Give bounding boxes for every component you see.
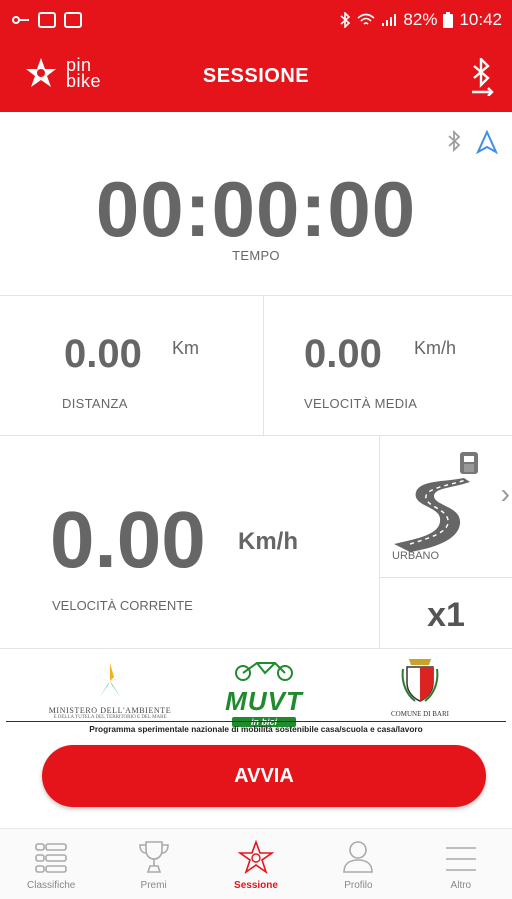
nav-label-premi: Premi xyxy=(140,880,167,891)
chevron-right-icon: › xyxy=(500,478,510,509)
nav-item-premi[interactable]: Premi xyxy=(102,829,204,899)
battery-icon xyxy=(443,12,454,28)
distance-label: DISTANZA xyxy=(62,396,128,411)
ministry-name: MINISTERO DELL'AMBIENTE xyxy=(48,706,172,715)
sponsor-banner: MINISTERO DELL'AMBIENTE E DELLA TUTELA D… xyxy=(0,648,512,740)
ministry-logo: MINISTERO DELL'AMBIENTE E DELLA TUTELA D… xyxy=(40,661,180,720)
multiplier-panel: x1 xyxy=(380,578,512,648)
muvt-logo: MUVT in bici xyxy=(214,661,314,727)
bicycle-icon xyxy=(235,662,293,681)
average-speed-panel: 0.00 Km/h VELOCITÀ MEDIA xyxy=(264,296,512,436)
nav-item-profilo[interactable]: Profilo xyxy=(307,829,409,899)
hotspot-icon xyxy=(12,16,29,24)
clock: 10:42 xyxy=(459,10,502,29)
bluetooth-wrench-icon xyxy=(472,56,494,97)
bluetooth-settings-button[interactable] xyxy=(468,56,496,101)
nav-label-profilo: Profilo xyxy=(344,880,373,891)
timer-value: 00:00:00 xyxy=(95,165,417,253)
wifi-icon xyxy=(357,13,375,25)
nav-item-classifiche[interactable]: Classifiche xyxy=(0,829,102,899)
average-speed-unit: Km/h xyxy=(414,338,457,358)
start-session-button[interactable]: AVVIA xyxy=(42,745,486,807)
trophy-icon xyxy=(138,841,169,873)
person-icon xyxy=(343,841,374,873)
ministry-star-icon xyxy=(92,663,128,698)
menu-icon xyxy=(445,847,476,871)
navigation-arrow-icon xyxy=(476,130,498,154)
current-speed-value: 0.00 xyxy=(50,495,206,584)
nav-label-sessione: Sessione xyxy=(234,880,278,891)
status-right-icons: 82% 10:42 xyxy=(339,10,502,30)
current-speed-unit: Km/h xyxy=(238,528,298,555)
distance-unit: Km xyxy=(172,338,199,358)
muvt-title: MUVT xyxy=(225,686,303,716)
battery-percent: 82% xyxy=(403,10,438,29)
distance-value: 0.00 xyxy=(64,332,142,376)
distance-panel: 0.00 Km DISTANZA xyxy=(0,296,264,436)
nav-label-altro: Altro xyxy=(450,880,472,891)
bari-coat-of-arms-icon xyxy=(401,659,439,702)
current-speed-label: VELOCITÀ CORRENTE xyxy=(52,598,193,613)
bottom-navigation: Classifiche Premi Sessione Profilo Altro xyxy=(0,828,512,899)
program-text: Programma sperimentale nazionale di mobi… xyxy=(6,721,506,734)
comune-name: COMUNE DI BARI xyxy=(391,710,449,718)
nav-item-altro[interactable]: Altro xyxy=(410,829,512,899)
ministry-subtitle: E DELLA TUTELA DEL TERRITORIO E DEL MARE xyxy=(53,715,167,720)
comune-logo: COMUNE DI BARI xyxy=(380,655,460,718)
signal-icon xyxy=(382,14,397,26)
timer-label: TEMPO xyxy=(232,248,280,263)
average-speed-label: VELOCITÀ MEDIA xyxy=(304,396,418,411)
current-speed-panel: 0.00 Km/h VELOCITÀ CORRENTE xyxy=(0,436,380,648)
bluetooth-status-icon xyxy=(340,12,351,28)
connection-indicators xyxy=(446,130,498,154)
nav-item-sessione[interactable]: Sessione xyxy=(205,829,307,899)
average-speed-value: 0.00 xyxy=(304,332,382,376)
status-left-icons xyxy=(10,12,82,28)
page-title: SESSIONE xyxy=(202,64,310,87)
multiplier-value: x1 xyxy=(427,596,465,634)
urban-road-icon xyxy=(394,452,478,552)
status-bar: 82% 10:42 xyxy=(0,0,512,40)
star-icon xyxy=(238,840,275,874)
mode-selector[interactable]: › URBANO xyxy=(380,436,512,578)
mode-label: URBANO xyxy=(392,550,440,562)
gallery-icon xyxy=(38,12,56,28)
bluetooth-icon xyxy=(448,130,461,152)
mail-icon xyxy=(64,12,82,28)
app-bar: pin bike SESSIONE xyxy=(0,40,512,112)
list-icon xyxy=(35,843,68,873)
timer-panel: 00:00:00 TEMPO xyxy=(0,112,512,296)
nav-label-classifiche: Classifiche xyxy=(27,880,76,891)
